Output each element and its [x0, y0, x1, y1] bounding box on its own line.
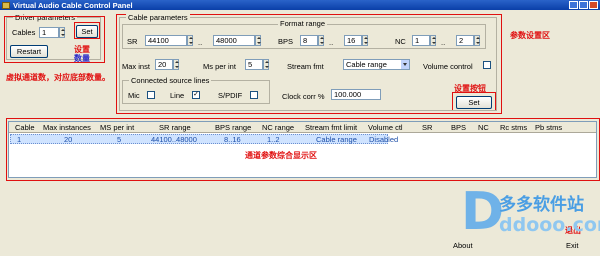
- sr-label: SR: [127, 37, 138, 46]
- line-label: Line: [170, 91, 185, 100]
- cell-nc-range: 1..2: [267, 135, 280, 144]
- stream-fmt-label: Stream fmt: [287, 62, 324, 71]
- max-inst-input[interactable]: 20: [155, 59, 173, 70]
- sr-range-sep: ..: [198, 38, 203, 47]
- sr-max-input[interactable]: 48000: [213, 35, 255, 46]
- bps-min-input[interactable]: 8: [300, 35, 318, 46]
- bps-max-input[interactable]: 16: [344, 35, 362, 46]
- max-inst-spinner[interactable]: [173, 59, 179, 70]
- title-bar[interactable]: Virtual Audio Cable Control Panel: [0, 0, 600, 10]
- col-bps-range[interactable]: BPS range: [215, 123, 251, 132]
- annotation-params-area: 参数设置区: [510, 31, 550, 40]
- annotation-table-area: 通道参数综合显示区: [245, 151, 317, 160]
- bps-min-spinner[interactable]: [318, 35, 324, 46]
- nc-label: NC: [395, 37, 406, 46]
- col-bps[interactable]: BPS: [451, 123, 466, 132]
- chevron-down-icon[interactable]: [401, 60, 409, 69]
- clock-corr-label: Clock corr %: [282, 92, 325, 101]
- col-sr[interactable]: SR: [422, 123, 432, 132]
- annotation-driver-note: 虚拟通道数，对应底部数量。: [6, 73, 110, 82]
- maximize-icon[interactable]: [579, 1, 588, 9]
- sr-min-input[interactable]: 44100: [145, 35, 187, 46]
- cell-stream-fmt: Cable range: [316, 135, 357, 144]
- format-range-label: Format range: [278, 19, 328, 28]
- site-watermark-logo: D 多多软件站 ddooo.com: [461, 182, 600, 244]
- cell-ms-per-int: 5: [117, 135, 122, 144]
- max-inst-label: Max inst: [122, 62, 150, 71]
- nc-min-input[interactable]: 1: [412, 35, 430, 46]
- col-volume-ctl[interactable]: Volume ctl: [368, 123, 403, 132]
- col-nc[interactable]: NC: [478, 123, 489, 132]
- cable-set-button[interactable]: Set: [456, 96, 492, 109]
- col-pb-stms[interactable]: Pb stms: [535, 123, 562, 132]
- nc-max-spinner[interactable]: [474, 35, 480, 46]
- mic-label: Mic: [128, 91, 140, 100]
- cable-group-title: Cable parameters: [126, 13, 190, 22]
- col-max-instances[interactable]: Max instances: [43, 123, 91, 132]
- sr-max-spinner[interactable]: [255, 35, 261, 46]
- clock-corr-input[interactable]: 100.000: [331, 89, 381, 100]
- nc-range-sep: ..: [441, 38, 446, 47]
- about-button[interactable]: About: [453, 241, 473, 250]
- ms-per-int-input[interactable]: 5: [245, 59, 263, 70]
- line-checkbox[interactable]: ✓: [192, 91, 200, 99]
- col-cable[interactable]: Cable: [15, 123, 35, 132]
- watermark-bottom-text: ddooo.com: [499, 214, 600, 236]
- cell-volume-ctl: Disabled: [369, 135, 399, 144]
- col-sr-range[interactable]: SR range: [159, 123, 191, 132]
- stream-fmt-value: Cable range: [346, 60, 387, 69]
- mic-checkbox[interactable]: [147, 91, 155, 99]
- bps-max-spinner[interactable]: [362, 35, 368, 46]
- table-header: Cable Max instances MS per int SR range …: [9, 122, 596, 133]
- bps-label: BPS: [278, 37, 294, 46]
- exit-button[interactable]: Exit: [566, 241, 579, 250]
- spdif-label: S/PDIF: [218, 91, 243, 100]
- annotation-driver-set-2: 数量: [74, 54, 90, 63]
- annotation-set-button: 设置按钮: [454, 84, 486, 93]
- spdif-checkbox[interactable]: [250, 91, 258, 99]
- volume-control-label: Volume control: [423, 62, 473, 71]
- window-controls: [569, 1, 598, 9]
- cell-bps-range: 8..16: [224, 135, 241, 144]
- watermark-top-text: 多多软件站: [499, 195, 584, 214]
- close-icon[interactable]: [589, 1, 598, 9]
- driver-set-highlight: [74, 22, 100, 39]
- app-icon: [2, 1, 10, 9]
- cell-max-instances: 20: [64, 135, 73, 144]
- bps-range-sep: ..: [329, 38, 334, 47]
- cell-cable: 1: [17, 135, 22, 144]
- col-stream-fmt-limit[interactable]: Stream fmt limit: [305, 123, 357, 132]
- minimize-icon[interactable]: [569, 1, 578, 9]
- main-window: Virtual Audio Cable Control Panel Driver…: [0, 0, 600, 256]
- ms-per-int-spinner[interactable]: [263, 59, 269, 70]
- sr-min-spinner[interactable]: [187, 35, 193, 46]
- col-rc-stms[interactable]: Rc stms: [500, 123, 527, 132]
- cell-sr-range: 44100..48000: [151, 135, 197, 144]
- watermark-d-icon: D: [461, 182, 505, 242]
- stream-fmt-select[interactable]: Cable range: [343, 59, 410, 70]
- window-title: Virtual Audio Cable Control Panel: [13, 0, 133, 10]
- nc-max-input[interactable]: 2: [456, 35, 474, 46]
- col-nc-range[interactable]: NC range: [262, 123, 294, 132]
- ms-per-int-label: Ms per int: [203, 62, 236, 71]
- table-row[interactable]: 1 20 5 44100..48000 8..16 1..2 Cable ran…: [10, 134, 398, 144]
- volume-control-checkbox[interactable]: [483, 61, 491, 69]
- nc-min-spinner[interactable]: [430, 35, 436, 46]
- col-ms-per-int[interactable]: MS per int: [100, 123, 134, 132]
- connected-source-title: Connected source lines: [129, 76, 212, 85]
